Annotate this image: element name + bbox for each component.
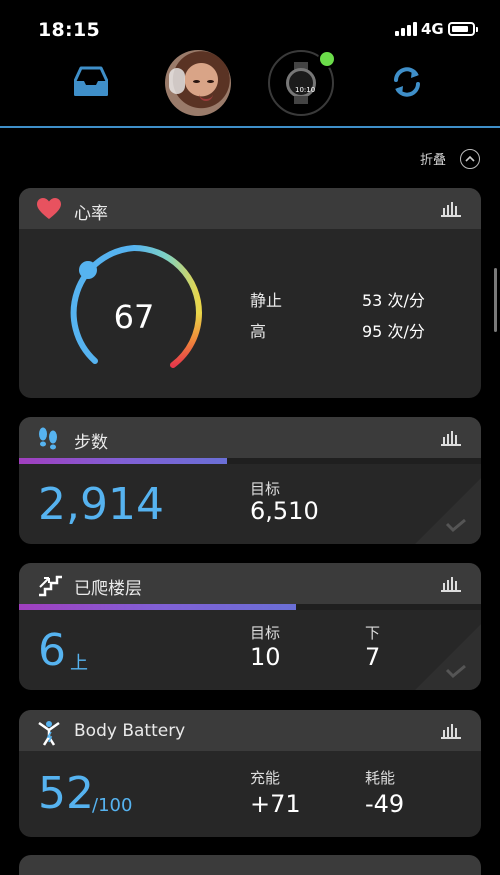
cellular-signal-icon: [395, 22, 417, 36]
bar-chart-icon[interactable]: [441, 430, 461, 446]
steps-progress-bar: [19, 458, 481, 464]
floors-down-value: 7: [365, 643, 381, 671]
network-type: 4G: [421, 20, 444, 38]
floors-goal-value: 10: [250, 643, 281, 671]
nav-divider: [0, 126, 500, 128]
stairs-icon: [39, 575, 62, 597]
footprints-icon: [39, 427, 57, 450]
collapse-label[interactable]: 折叠: [420, 149, 446, 168]
body-battery-figure-icon: [38, 721, 60, 746]
drained-label: 耗能: [365, 769, 396, 787]
charged-label: 充能: [250, 769, 281, 787]
floors-goal-label: 目标: [250, 624, 281, 642]
card-title: Body Battery: [74, 721, 186, 741]
steps-goal-value: 6,510: [250, 497, 319, 525]
next-card-peek[interactable]: [19, 855, 481, 875]
scrollbar[interactable]: [494, 268, 497, 332]
high-label: 高: [250, 322, 267, 341]
body-battery-value: 52: [38, 768, 94, 819]
steps-goal-label: 目标: [250, 480, 281, 498]
checkmark-icon: [415, 624, 481, 690]
status-time: 18:15: [38, 19, 100, 41]
device-connected-badge: [318, 50, 336, 68]
watch-device-icon: 10:10: [286, 62, 316, 104]
chevron-up-icon[interactable]: [460, 149, 480, 169]
body-battery-max: /100: [92, 795, 133, 816]
floors-unit: 上: [70, 653, 88, 674]
card-header: 心率: [19, 188, 481, 229]
heart-icon: [37, 198, 61, 219]
card-title: 步数: [74, 433, 108, 453]
resting-label: 静止: [250, 291, 283, 310]
heart-rate-current: 67: [113, 298, 155, 336]
inbox-tray-icon[interactable]: [74, 66, 108, 96]
sync-arrows-icon[interactable]: [390, 65, 424, 99]
checkmark-icon: [415, 478, 481, 544]
floors-progress-bar: [19, 604, 481, 610]
floors-card[interactable]: 已爬楼层 6 上 目标 10 下 7: [19, 563, 481, 690]
bar-chart-icon[interactable]: [441, 576, 461, 592]
gauge-indicator: [79, 261, 97, 279]
floors-value: 6: [38, 625, 66, 676]
steps-value: 2,914: [38, 479, 164, 530]
user-avatar[interactable]: [165, 50, 231, 116]
heart-rate-card[interactable]: 心率 67 静止 53 次/分 高 95 次/分: [19, 188, 481, 398]
drained-value: -49: [365, 790, 405, 818]
charged-value: +71: [250, 790, 301, 818]
card-header: 已爬楼层: [19, 563, 481, 604]
high-value: 95 次/分: [362, 322, 425, 341]
card-title: 已爬楼层: [74, 579, 142, 599]
bar-chart-icon[interactable]: [441, 201, 461, 217]
card-header: Body Battery: [19, 710, 481, 751]
card-header: 步数: [19, 417, 481, 458]
steps-card[interactable]: 步数 2,914 目标 6,510: [19, 417, 481, 544]
floors-progress-fill: [19, 604, 297, 610]
floors-down-label: 下: [365, 624, 381, 642]
bar-chart-icon[interactable]: [441, 723, 461, 739]
battery-icon: [448, 22, 478, 36]
steps-progress-fill: [19, 458, 227, 464]
body-battery-card[interactable]: Body Battery 52 /100 充能 +71 耗能 -49: [19, 710, 481, 837]
card-title: 心率: [74, 204, 108, 224]
resting-value: 53 次/分: [362, 291, 425, 310]
top-nav: [0, 44, 500, 126]
